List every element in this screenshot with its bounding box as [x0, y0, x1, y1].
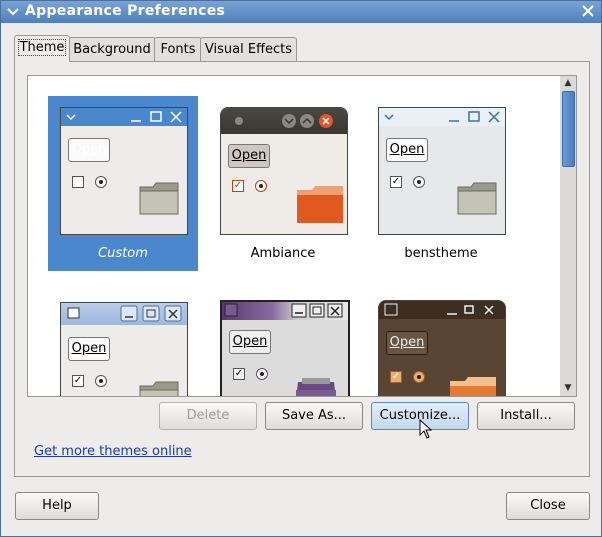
- preview-window-controls-icon: [384, 111, 500, 123]
- scroll-down-arrow-icon[interactable]: ▼: [560, 381, 576, 395]
- folder-icon: [139, 182, 179, 215]
- preview-window-controls-icon: [224, 303, 343, 318]
- preview-open-button: Open: [229, 330, 271, 354]
- preview-open-button: Open: [386, 331, 428, 355]
- preview-open-button: Open: [68, 138, 110, 162]
- preview-titlebar: [222, 302, 348, 320]
- theme-list-scrollbar[interactable]: ▲ ▼: [560, 75, 577, 397]
- tab-theme[interactable]: Theme: [14, 35, 70, 62]
- get-more-themes-link[interactable]: Get more themes online: [34, 444, 192, 459]
- preview-checkbox: ✓: [232, 180, 244, 192]
- theme-preview: Open ✓: [60, 107, 188, 235]
- title-bar: Appearance Preferences: [1, 1, 601, 23]
- mouse-pointer-icon: [419, 419, 433, 439]
- scroll-thumb[interactable]: [562, 91, 575, 167]
- tab-fonts[interactable]: Fonts: [154, 37, 202, 62]
- scroll-up-arrow-icon[interactable]: ▲: [560, 76, 576, 90]
- preview-open-button: Open: [228, 144, 270, 168]
- window-menu-icon[interactable]: [6, 4, 20, 18]
- window-title: Appearance Preferences: [25, 3, 226, 19]
- theme-item[interactable]: Open ✓: [366, 290, 516, 396]
- theme-preview: Open ✓: [378, 300, 506, 396]
- preview-radio: [413, 176, 425, 188]
- preview-titlebar: [61, 303, 187, 325]
- preview-titlebar: [379, 108, 505, 126]
- preview-window-controls-icon: [67, 305, 182, 322]
- theme-item-benstheme[interactable]: Open ✓ benstheme: [366, 96, 516, 271]
- appearance-preferences-window: Appearance Preferences Theme Background …: [0, 0, 602, 537]
- theme-list[interactable]: Open ✓ Custom Open ✓ Ambiance Open ✓ ben…: [27, 75, 562, 397]
- tab-visual-effects[interactable]: Visual Effects: [200, 37, 297, 62]
- theme-name-label: benstheme: [404, 246, 478, 261]
- theme-item-ambiance[interactable]: Open ✓ Ambiance: [208, 96, 358, 271]
- install-button[interactable]: Install...: [477, 402, 575, 430]
- preview-radio: [95, 176, 107, 188]
- theme-item-custom[interactable]: Open ✓ Custom: [48, 96, 198, 271]
- preview-open-button: Open: [386, 138, 428, 162]
- folder-icon: [450, 377, 496, 396]
- preview-radio: [95, 375, 107, 387]
- theme-preview: Open ✓: [60, 302, 188, 396]
- close-button[interactable]: Close: [506, 492, 590, 520]
- theme-item[interactable]: Open ✓: [208, 290, 358, 396]
- preview-checkbox: ✓: [72, 375, 84, 387]
- save-as-button[interactable]: Save As...: [265, 402, 363, 430]
- preview-titlebar: [379, 301, 505, 319]
- theme-preview: Open ✓: [220, 300, 350, 396]
- folder-icon: [457, 182, 497, 215]
- theme-preview: Open ✓: [378, 107, 506, 235]
- preview-radio: [255, 180, 267, 192]
- preview-window-controls-icon: [235, 114, 333, 128]
- close-window-icon[interactable]: [581, 4, 595, 18]
- help-button[interactable]: Help: [15, 492, 99, 520]
- theme-name-label: Custom: [98, 246, 148, 261]
- preview-radio: [413, 371, 425, 383]
- theme-name-label: Ambiance: [250, 246, 316, 261]
- preview-checkbox: ✓: [390, 371, 402, 383]
- preview-titlebar: [61, 108, 187, 126]
- theme-item[interactable]: Open ✓: [48, 290, 198, 396]
- preview-titlebar: [221, 108, 347, 134]
- folder-icon: [297, 186, 343, 223]
- preview-window-controls-icon: [384, 303, 494, 316]
- folder-icon: [139, 381, 179, 396]
- delete-button[interactable]: Delete: [159, 402, 257, 430]
- preview-open-button: Open: [68, 337, 110, 361]
- preview-window-controls-icon: [66, 111, 182, 123]
- preview-checkbox: ✓: [390, 176, 402, 188]
- theme-preview: Open ✓: [220, 107, 348, 235]
- preview-checkbox: ✓: [72, 176, 84, 188]
- preview-radio: [256, 368, 268, 380]
- folder-icon: [296, 378, 336, 396]
- tab-background[interactable]: Background: [68, 37, 156, 62]
- preview-checkbox: ✓: [233, 368, 245, 380]
